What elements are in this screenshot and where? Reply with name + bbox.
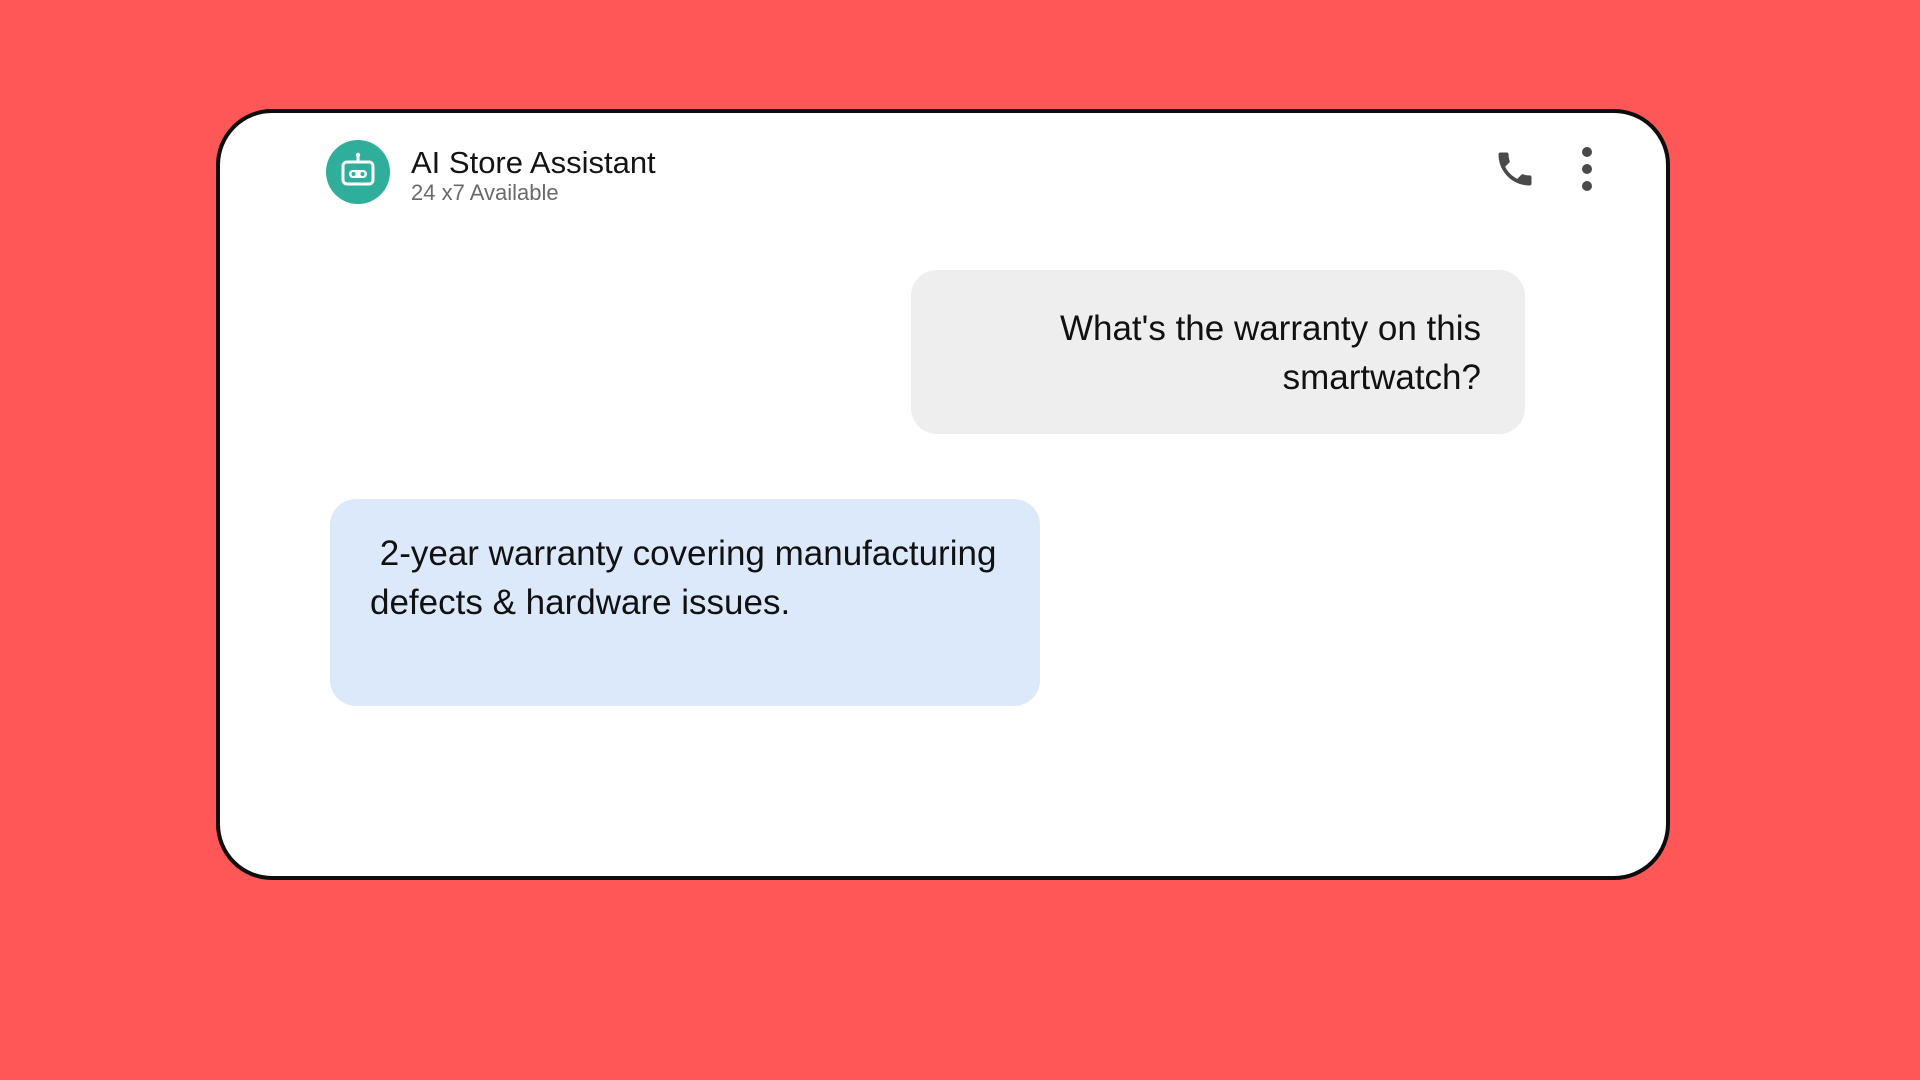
phone-icon — [1498, 152, 1532, 186]
chat-header: AI Store Assistant 24 x7 Available — [220, 113, 1666, 233]
chat-window: AI Store Assistant 24 x7 Available What'… — [216, 109, 1670, 880]
call-button[interactable] — [1493, 147, 1537, 191]
chat-title: AI Store Assistant — [411, 145, 656, 180]
availability-status: 24 x7 Available — [411, 180, 559, 205]
more-options-button[interactable] — [1575, 146, 1599, 192]
assistant-avatar — [326, 140, 390, 204]
robot-icon — [341, 152, 375, 186]
user-message-text: What's the warranty on this smartwatch? — [1059, 309, 1481, 397]
user-message-bubble: What's the warranty on this smartwatch? — [911, 270, 1525, 434]
assistant-message-bubble: 2-year warranty covering manufacturing d… — [330, 499, 1040, 706]
assistant-message-text: 2-year warranty covering manufacturing d… — [370, 534, 1007, 622]
more-vertical-icon — [1582, 147, 1592, 191]
